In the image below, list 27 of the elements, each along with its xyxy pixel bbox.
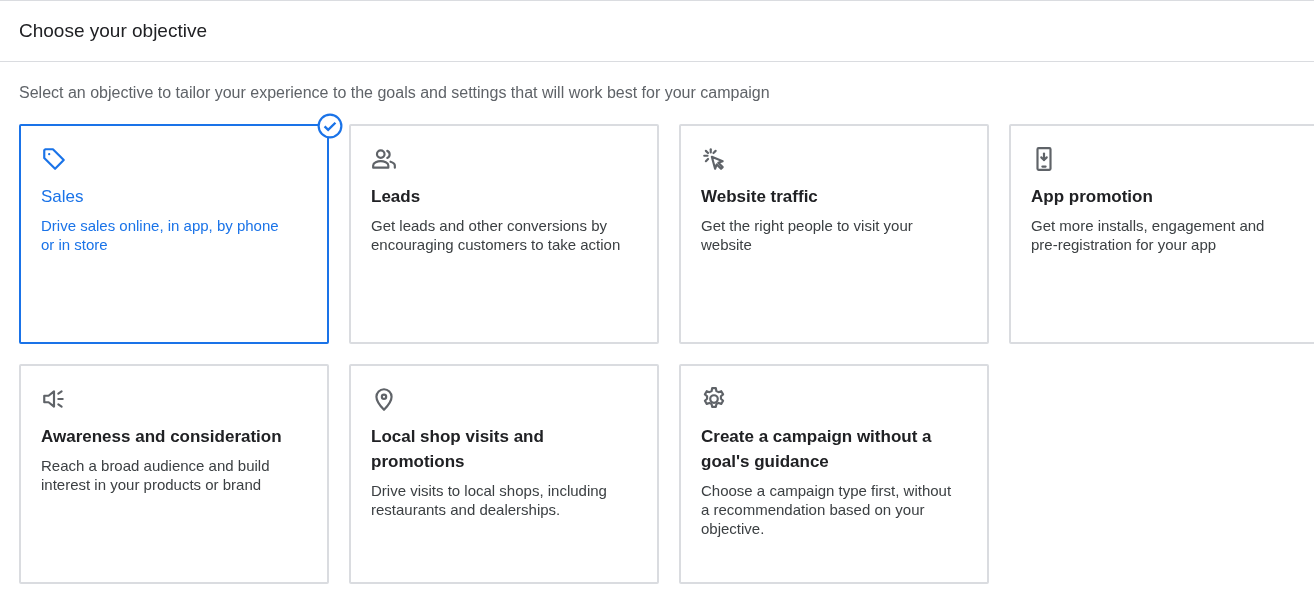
objective-title: Leads xyxy=(371,186,422,208)
people-icon xyxy=(371,146,397,172)
objective-card[interactable]: Awareness and consideration Reach a broad audience and build interest in your products or brand xyxy=(19,364,329,584)
objective-description: Choose a campaign type first, without a recommendation based on your objective. xyxy=(701,481,953,538)
objective-description: Get more installs, engagement and pre-registration for your app xyxy=(1031,216,1266,254)
objective-title: Sales xyxy=(41,186,85,208)
objective-card[interactable]: Local shop visits and promotions Drive visits to local shops, including restaurants and dealerships. xyxy=(349,364,659,584)
objective-card[interactable]: Leads Get leads and other conversions by encouraging customers to take action xyxy=(349,124,659,344)
objective-card[interactable]: Create a campaign without a goal's guidance Choose a campaign type first, without a recommendation based on your objective. xyxy=(679,364,989,584)
objective-title: Local shop visits and promotions xyxy=(371,426,545,473)
objective-description: Drive visits to local shops, including restaurants and dealerships. xyxy=(371,481,608,519)
objective-title: Create a campaign without a goal's guidance xyxy=(701,426,933,473)
intro-text: Select an objective to tailor your experience to the goals and settings that will work best for your campaign xyxy=(19,84,771,102)
check-circle-icon xyxy=(317,113,343,139)
objective-title: Website traffic xyxy=(701,186,819,208)
objective-description: Get the right people to visit your website xyxy=(701,216,914,254)
cursor-click-icon xyxy=(701,146,727,172)
objective-description: Get leads and other conversions by encouraging customers to take action xyxy=(371,216,622,254)
objective-description: Reach a broad audience and build interest in your products or brand xyxy=(41,456,271,494)
page-title: Choose your objective xyxy=(19,20,207,42)
objective-card[interactable]: Sales Drive sales online, in app, by phone or in store xyxy=(19,124,329,344)
objective-title: Awareness and consideration xyxy=(41,426,283,448)
objective-card[interactable]: Website traffic Get the right people to visit your website xyxy=(679,124,989,344)
objective-card[interactable]: App promotion Get more installs, engagement and pre-registration for your app xyxy=(1009,124,1314,344)
objective-description: Drive sales online, in app, by phone or in store xyxy=(41,216,280,254)
tag-icon xyxy=(41,146,67,172)
objective-title: App promotion xyxy=(1031,186,1154,208)
